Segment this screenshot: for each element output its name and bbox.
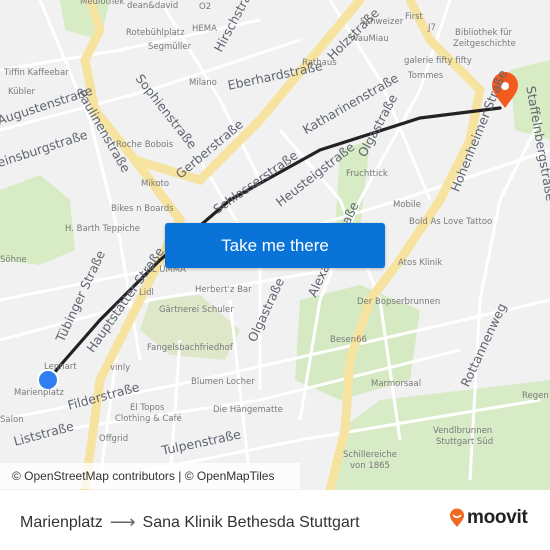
poi-salon: Salon <box>0 415 24 425</box>
poi-fruchttick: Fruchttick <box>346 169 388 179</box>
poi-dean-david: dean&david <box>127 1 179 11</box>
poi-bibliothek-2: Zeitgeschichte <box>453 39 516 49</box>
poi-barth: H. Barth Teppiche <box>65 224 141 234</box>
poi-eltopos: El Topos <box>130 403 165 413</box>
poi-vendlbrunnen: Vendlbrunnen <box>433 426 493 436</box>
poi-herbertz: Herbert'z Bar <box>195 285 252 295</box>
poi-eltopos-2: Clothing & Café <box>115 414 182 424</box>
poi-offgrid: Offgrid <box>99 434 129 444</box>
moovit-pin-icon <box>450 508 464 527</box>
route-summary: Marienplatz ⟶ Sana Klinik Bethesda Stutt… <box>20 512 360 533</box>
poi-mediothek: Mediothek <box>80 0 125 7</box>
poi-j7: J7 <box>428 23 436 33</box>
poi-bikes: Bikes n Boards <box>111 204 174 214</box>
poi-galerie: galerie fifty fifty <box>404 56 472 66</box>
poi-tiffin: Tiffin Kaffeebar <box>4 68 69 78</box>
poi-milano: Milano <box>189 78 217 88</box>
poi-schweizer: Schweizer <box>360 17 404 27</box>
map[interactable]: Paulinenstraße Sophienstraße Hirschstraß… <box>0 0 550 490</box>
poi-soehne: Söhne <box>0 255 27 265</box>
poi-marienplatz: Marienplatz <box>14 388 64 398</box>
poi-gaertnerei: Gärtnerei Schuler <box>159 305 234 315</box>
poi-segmueller: Segmüller <box>148 42 192 52</box>
poi-tommes: Tommes <box>408 71 444 81</box>
poi-fangelsbach: Fangelsbachfriedhof <box>147 343 233 353</box>
take-me-there-button[interactable]: Take me there <box>165 223 385 268</box>
poi-haengematte: Die Hängematte <box>213 405 283 415</box>
poi-blumen: Blumen Locher <box>191 377 255 387</box>
poi-atos: Atos Klinik <box>398 258 443 268</box>
poi-rotebuehlplatz: Rotebühlplatz <box>126 28 185 38</box>
origin-marker <box>37 369 59 391</box>
moovit-wordmark: moovit <box>467 507 528 528</box>
poi-bopserbrunnen: Der Bopserbrunnen <box>357 297 441 307</box>
park-area <box>0 175 75 265</box>
poi-lenhart: Lenhart <box>44 362 77 372</box>
poi-lidl: Lidl <box>139 288 154 298</box>
poi-bold: Bold As Love Tattoo <box>409 217 493 227</box>
destination-label: Sana Klinik Bethesda Stuttgart <box>142 513 360 531</box>
arrow-right-icon: ⟶ <box>109 512 136 532</box>
poi-regen: Regen <box>522 391 549 401</box>
origin-label: Marienplatz <box>20 513 103 531</box>
poi-kuebler: Kübler <box>8 87 36 97</box>
poi-mobile: Mobile <box>393 200 421 210</box>
poi-rathaus: Rathaus <box>302 58 337 68</box>
map-attribution[interactable]: © OpenStreetMap contributors | © OpenMap… <box>0 463 300 489</box>
poi-vendlbrunnen-2: Stuttgart Süd <box>436 437 494 447</box>
poi-besen66: Besen66 <box>330 335 367 345</box>
moovit-logo[interactable]: moovit <box>449 507 528 529</box>
poi-hema: HEMA <box>192 24 217 34</box>
poi-bibliothek: Bibliothek für <box>455 28 512 38</box>
poi-schillereiche: Schillereiche <box>343 450 397 460</box>
poi-vinly: vinly <box>110 363 131 373</box>
attribution-text[interactable]: © OpenStreetMap contributors | © OpenMap… <box>12 469 274 483</box>
poi-waumiau: WauMiau <box>350 34 389 44</box>
poi-first: First <box>405 12 423 22</box>
poi-roche-bobois: Roche Bobois <box>116 140 174 150</box>
poi-marmorsaal: Marmorsaal <box>371 379 422 389</box>
poi-mikoto: Mikoto <box>141 179 170 189</box>
poi-schillereiche-2: von 1865 <box>350 461 390 471</box>
poi-o2: O2 <box>199 2 212 12</box>
